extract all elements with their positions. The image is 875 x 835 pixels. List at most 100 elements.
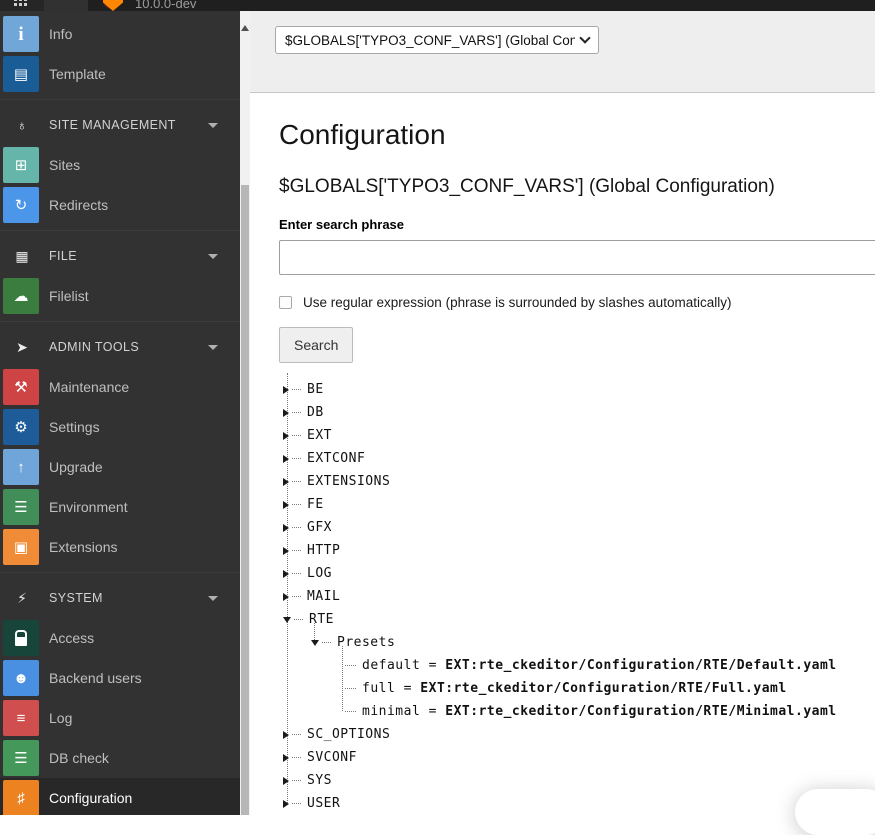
tree-node-label: Presets [337,635,395,650]
sidebar-section-admin-tools: ➤ ADMIN TOOLS⚒Maintenance⚙Settings↑Upgrad… [0,321,240,567]
wrench-icon: ⚒ [3,369,39,405]
sidebar-item-settings[interactable]: ⚙Settings [0,407,240,447]
scrollbar-up-arrow-icon[interactable] [241,25,249,31]
tree-node-label: SVCONF [307,750,357,765]
sliders-icon: ♯ [3,780,39,815]
collapse-caret-icon[interactable] [208,345,218,350]
sidebar-group-label: SITE MANAGEMENT [49,105,176,145]
caret-right-icon[interactable] [283,386,289,394]
rocket-icon: ➤ [12,327,32,367]
caret-right-icon[interactable] [283,731,289,739]
tree-node-user[interactable]: USER [279,792,875,815]
sidebar-item-label: Info [49,14,72,54]
caret-right-icon[interactable] [283,524,289,532]
tree-node-minimal[interactable]: minimal = EXT:rte_ckeditor/Configuration… [279,700,875,723]
globe-icon: ♁ [12,105,32,145]
user-icon: ☻ [3,660,39,696]
sidebar-item-filelist[interactable]: ☁Filelist [0,276,240,316]
caret-down-icon[interactable] [311,640,319,646]
sidebar-item-redirects[interactable]: ↻Redirects [0,185,240,225]
tree-node-sys[interactable]: SYS [279,769,875,792]
caret-right-icon[interactable] [283,409,289,417]
collapse-caret-icon[interactable] [208,254,218,259]
caret-right-icon[interactable] [283,593,289,601]
tree-node-full[interactable]: full = EXT:rte_ckeditor/Configuration/RT… [279,677,875,700]
caret-right-icon[interactable] [283,800,289,808]
caret-right-icon[interactable] [283,570,289,578]
sidebar-group-label: ADMIN TOOLS [49,327,139,367]
tree-node-gfx[interactable]: GFX [279,516,875,539]
caret-right-icon[interactable] [283,777,289,785]
tree-node-label: LOG [307,566,332,581]
tree-node-presets[interactable]: Presets [279,631,875,654]
caret-right-icon[interactable] [283,455,289,463]
tree-node-mail[interactable]: MAIL [279,585,875,608]
sidebar-group-system[interactable]: ⚡SYSTEM [0,578,240,618]
regex-checkbox[interactable] [279,296,292,309]
tree-connector [292,527,301,528]
tree-node-label: RTE [309,612,334,627]
tree-node-default[interactable]: default = EXT:rte_ckeditor/Configuration… [279,654,875,677]
sidebar-item-sites[interactable]: ⊞Sites [0,145,240,185]
tree-node-extconf[interactable]: EXTCONF [279,447,875,470]
tree-connector [292,504,301,505]
avatar-cell[interactable] [44,0,88,11]
tree-node-label: SC_OPTIONS [307,727,390,742]
collapse-caret-icon[interactable] [208,123,218,128]
sidebar-item-label: Extensions [49,527,117,567]
tree-node-fe[interactable]: FE [279,493,875,516]
tree-node-ext[interactable]: EXT [279,424,875,447]
sidebar-item-label: Configuration [49,778,132,815]
sidebar-item-access[interactable]: Access [0,618,240,658]
caret-down-icon[interactable] [283,617,291,623]
tree-node-be[interactable]: BE [279,378,875,401]
tree-node-label: GFX [307,520,332,535]
caret-right-icon[interactable] [283,501,289,509]
tree-node-rte[interactable]: RTE [279,608,875,631]
tree-node-sc-options[interactable]: SC_OPTIONS [279,723,875,746]
sidebar-item-log[interactable]: ≡Log [0,698,240,738]
caret-right-icon[interactable] [283,547,289,555]
tree-connector [292,803,301,804]
caret-right-icon[interactable] [283,432,289,440]
sidebar-item-template[interactable]: ▤Template [0,54,240,94]
search-input[interactable] [279,240,875,275]
scrollbar-thumb[interactable] [241,185,249,815]
caret-right-icon[interactable] [283,754,289,762]
scrollbar[interactable] [240,11,250,815]
tree-node-db[interactable]: DB [279,401,875,424]
search-button[interactable]: Search [279,327,353,363]
tree-node-label: EXTCONF [307,451,365,466]
sidebar-item-info[interactable]: iInfo [0,14,240,54]
tree-node-http[interactable]: HTTP [279,539,875,562]
tree-node-extensions[interactable]: EXTENSIONS [279,470,875,493]
sidebar-item-db-check[interactable]: ☰DB check [0,738,240,778]
modules-toggle[interactable] [0,0,44,11]
tree-connector [292,458,301,459]
sidebar-group-file[interactable]: ▦FILE [0,236,240,276]
sidebar-item-configuration[interactable]: ♯ Configuration [0,778,240,815]
sidebar-item-backend-users[interactable]: ☻Backend users [0,658,240,698]
tree-connector [292,481,301,482]
tree-connector [292,757,301,758]
sidebar-item-environment[interactable]: ☰Environment [0,487,240,527]
configuration-tree-select[interactable]: $GLOBALS['TYPO3_CONF_VARS'] (Global Conf… [275,26,599,54]
sidebar-section-file: ▦FILE☁Filelist [0,230,240,316]
collapse-caret-icon[interactable] [208,596,218,601]
sidebar-item-maintenance[interactable]: ⚒Maintenance [0,367,240,407]
gears-icon: ⚙ [3,409,39,445]
select-value: $GLOBALS['TYPO3_CONF_VARS'] (Global Conf… [285,33,575,48]
sidebar-item-extensions[interactable]: ▣Extensions [0,527,240,567]
floating-action-button[interactable] [795,789,875,835]
sidebar-group-site-management[interactable]: ♁ SITE MANAGEMENT [0,105,240,145]
sidebar-group-admin-tools[interactable]: ➤ ADMIN TOOLS [0,327,240,367]
search-phrase-label: Enter search phrase [279,217,875,232]
tree-node-svconf[interactable]: SVCONF [279,746,875,769]
module-content: $GLOBALS['TYPO3_CONF_VARS'] (Global Conf… [250,11,875,815]
tree-node-label: default = EXT:rte_ckeditor/Configuration… [362,658,837,673]
tree-connector [292,780,301,781]
caret-right-icon[interactable] [283,478,289,486]
tree-node-value: EXT:rte_ckeditor/Configuration/RTE/Minim… [445,704,836,719]
tree-node-log[interactable]: LOG [279,562,875,585]
sidebar-item-upgrade[interactable]: ↑Upgrade [0,447,240,487]
